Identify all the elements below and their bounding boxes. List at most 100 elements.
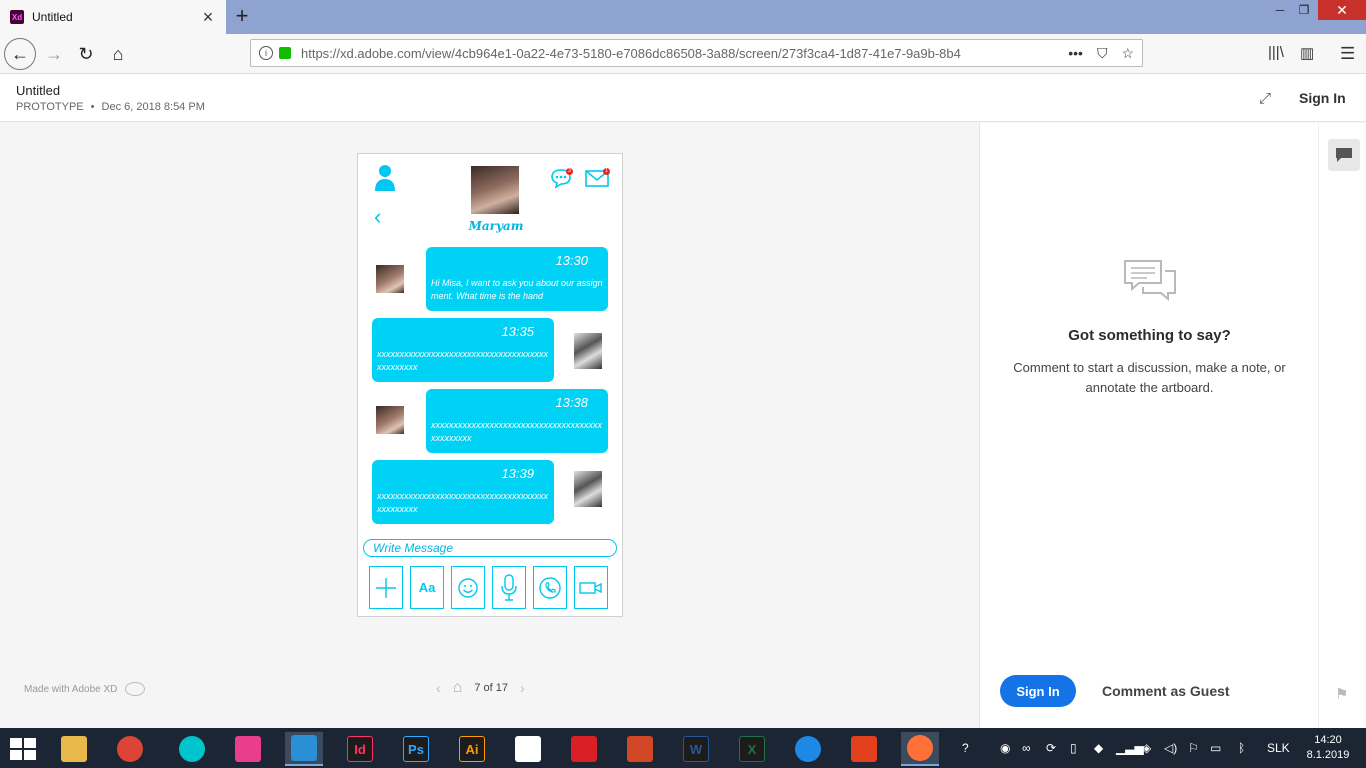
comment-toggle-button[interactable]	[1328, 139, 1360, 171]
voice-message-button[interactable]	[492, 566, 526, 609]
taskbar-ccleaner-button[interactable]	[789, 732, 827, 766]
adobe-xd-icon: Xd	[10, 10, 24, 24]
security-icon[interactable]: ◈	[1142, 741, 1151, 755]
volume-icon[interactable]: ◁)	[1164, 741, 1177, 755]
previous-screen-icon[interactable]: ‹	[436, 680, 441, 696]
dropbox-icon[interactable]: ◆	[1094, 741, 1103, 755]
flag-icon[interactable]: ⚐	[1188, 741, 1199, 755]
new-tab-button[interactable]: +	[230, 4, 254, 28]
taskbar-chrome-button[interactable]	[111, 732, 149, 766]
device-icon[interactable]: ▯	[1070, 741, 1077, 755]
vscode-icon	[291, 735, 317, 761]
system-clock[interactable]: 14:20 8.1.2019	[1300, 733, 1356, 763]
powerpoint-icon	[627, 736, 653, 762]
cloud-icon[interactable]: ∞	[1022, 741, 1031, 755]
smiley-icon	[458, 577, 478, 598]
taskbar-word-button[interactable]: W	[677, 732, 715, 766]
user-profile-icon[interactable]	[374, 164, 396, 192]
comment-as-guest-button[interactable]: Comment as Guest	[1102, 683, 1230, 699]
tray-app-icon[interactable]: ◉	[1000, 741, 1010, 755]
acrobat-icon	[851, 736, 877, 762]
taskbar-acrobat-button[interactable]	[845, 732, 883, 766]
ccleaner-icon	[795, 736, 821, 762]
language-indicator[interactable]: SLK	[1267, 741, 1290, 755]
message-text: xxxxxxxxxxxxxxxxxxxxxxxxxxxxxxxxxxxxxxxx…	[431, 420, 602, 443]
back-button[interactable]: ←	[4, 38, 36, 70]
taskbar-powerpoint-button[interactable]	[621, 732, 659, 766]
display-icon[interactable]: ▭	[1210, 741, 1221, 755]
taskbar-illustrator-button[interactable]: Ai	[453, 732, 491, 766]
message-time: 13:39	[501, 466, 534, 481]
video-camera-icon	[579, 581, 602, 594]
restore-button[interactable]: ❐	[1290, 0, 1318, 20]
browser-tab[interactable]: Xd Untitled ×	[0, 0, 226, 34]
taskbar-firefox-button[interactable]	[901, 732, 939, 766]
creative-cloud-icon	[125, 682, 146, 696]
reload-button[interactable]: ↻	[70, 38, 102, 70]
word-icon: W	[683, 736, 709, 762]
voice-call-button[interactable]	[533, 566, 567, 609]
indesign-icon: Id	[347, 736, 373, 762]
emoji-button[interactable]	[451, 566, 485, 609]
message-bubble: 13:38 xxxxxxxxxxxxxxxxxxxxxxxxxxxxxxxxxx…	[426, 389, 608, 453]
page-actions-icon[interactable]: •••	[1068, 45, 1083, 62]
url-text[interactable]: https://xd.adobe.com/view/4cb964e1-0a22-…	[301, 46, 1058, 61]
home-button[interactable]: ⌂	[102, 38, 134, 70]
creative-cloud-icon	[571, 736, 597, 762]
windows-taskbar: Id Ps Ai W X ? ◉ ∞ ⟳ ▯ ◆ ▁▃▅ ◈ ◁) ⚐ ▭ ᛒ SLK …	[0, 728, 1366, 768]
pocket-icon[interactable]: ⛉	[1097, 45, 1108, 62]
windows-start-icon[interactable]	[10, 738, 36, 760]
sidebar-toggle-icon[interactable]: ▥	[1300, 44, 1314, 62]
back-chevron-icon[interactable]: ‹	[374, 204, 381, 230]
forward-button[interactable]: →	[38, 38, 70, 70]
next-screen-icon[interactable]: ›	[520, 680, 525, 696]
mail-notification-badge: 1	[603, 168, 610, 175]
document-meta: PROTOTYPE • Dec 6, 2018 8:54 PM	[16, 101, 205, 113]
taskbar-indesign-button[interactable]: Id	[341, 732, 379, 766]
bookmark-star-icon[interactable]: ☆	[1121, 45, 1134, 62]
comments-panel: Got something to say? Comment to start a…	[979, 123, 1318, 728]
user-avatar	[574, 333, 602, 369]
taskbar-document-button[interactable]	[509, 732, 547, 766]
close-tab-icon[interactable]: ×	[200, 8, 216, 26]
taskbar-excel-button[interactable]: X	[733, 732, 771, 766]
user-avatar	[574, 471, 602, 507]
pin-flag-icon[interactable]: ⚑	[1335, 685, 1348, 703]
sign-in-link[interactable]: Sign In	[1299, 90, 1346, 106]
home-screen-icon[interactable]: ⌂	[453, 679, 463, 697]
phone-icon	[539, 576, 561, 599]
microphone-icon	[501, 573, 517, 601]
taskbar-vscode-button[interactable]	[285, 732, 323, 766]
sign-in-button[interactable]: Sign In	[1000, 675, 1076, 707]
illustrator-icon: Ai	[459, 736, 485, 762]
taskbar-app-colors-button[interactable]	[229, 732, 267, 766]
excel-icon: X	[739, 736, 765, 762]
taskbar-file-explorer-button[interactable]	[55, 732, 93, 766]
library-icon[interactable]: |||\	[1268, 44, 1284, 61]
chat-artboard[interactable]: ‹ Maryam 3 1 13:30 Hi Misa, I want to as…	[357, 153, 623, 617]
write-message-input[interactable]	[363, 539, 617, 557]
message-text: xxxxxxxxxxxxxxxxxxxxxxxxxxxxxxxxxxxxxxxx…	[377, 349, 548, 372]
taskbar-photoshop-button[interactable]: Ps	[397, 732, 435, 766]
plus-icon	[376, 577, 396, 598]
help-icon[interactable]: ?	[962, 741, 969, 755]
info-icon[interactable]: i	[259, 46, 273, 60]
message-bubble: 13:35 xxxxxxxxxxxxxxxxxxxxxxxxxxxxxxxxxx…	[372, 318, 554, 382]
bluetooth-icon[interactable]: ᛒ	[1238, 741, 1245, 755]
contact-avatar	[376, 406, 404, 434]
close-window-button[interactable]: ✕	[1318, 0, 1366, 20]
network-icon[interactable]: ▁▃▅	[1116, 741, 1144, 755]
screen-pager: ‹ ⌂ 7 of 17 ›	[436, 679, 525, 697]
tab-title: Untitled	[32, 10, 73, 24]
hamburger-menu-icon[interactable]: ☰	[1340, 44, 1355, 64]
text-format-button[interactable]: Aa	[410, 566, 444, 609]
message-bubble: 13:30 Hi Misa, I want to ask you about o…	[426, 247, 608, 311]
taskbar-creative-cloud-button[interactable]	[565, 732, 603, 766]
fullscreen-icon[interactable]: ⤢	[1259, 90, 1271, 107]
browser-navbar: ← → ↻ ⌂ i https://xd.adobe.com/view/4cb9…	[0, 34, 1366, 74]
video-call-button[interactable]	[574, 566, 608, 609]
refresh-icon[interactable]: ⟳	[1046, 741, 1056, 755]
url-bar[interactable]: i https://xd.adobe.com/view/4cb964e1-0a2…	[250, 39, 1143, 67]
taskbar-app-circle-button[interactable]	[173, 732, 211, 766]
add-attachment-button[interactable]	[369, 566, 403, 609]
